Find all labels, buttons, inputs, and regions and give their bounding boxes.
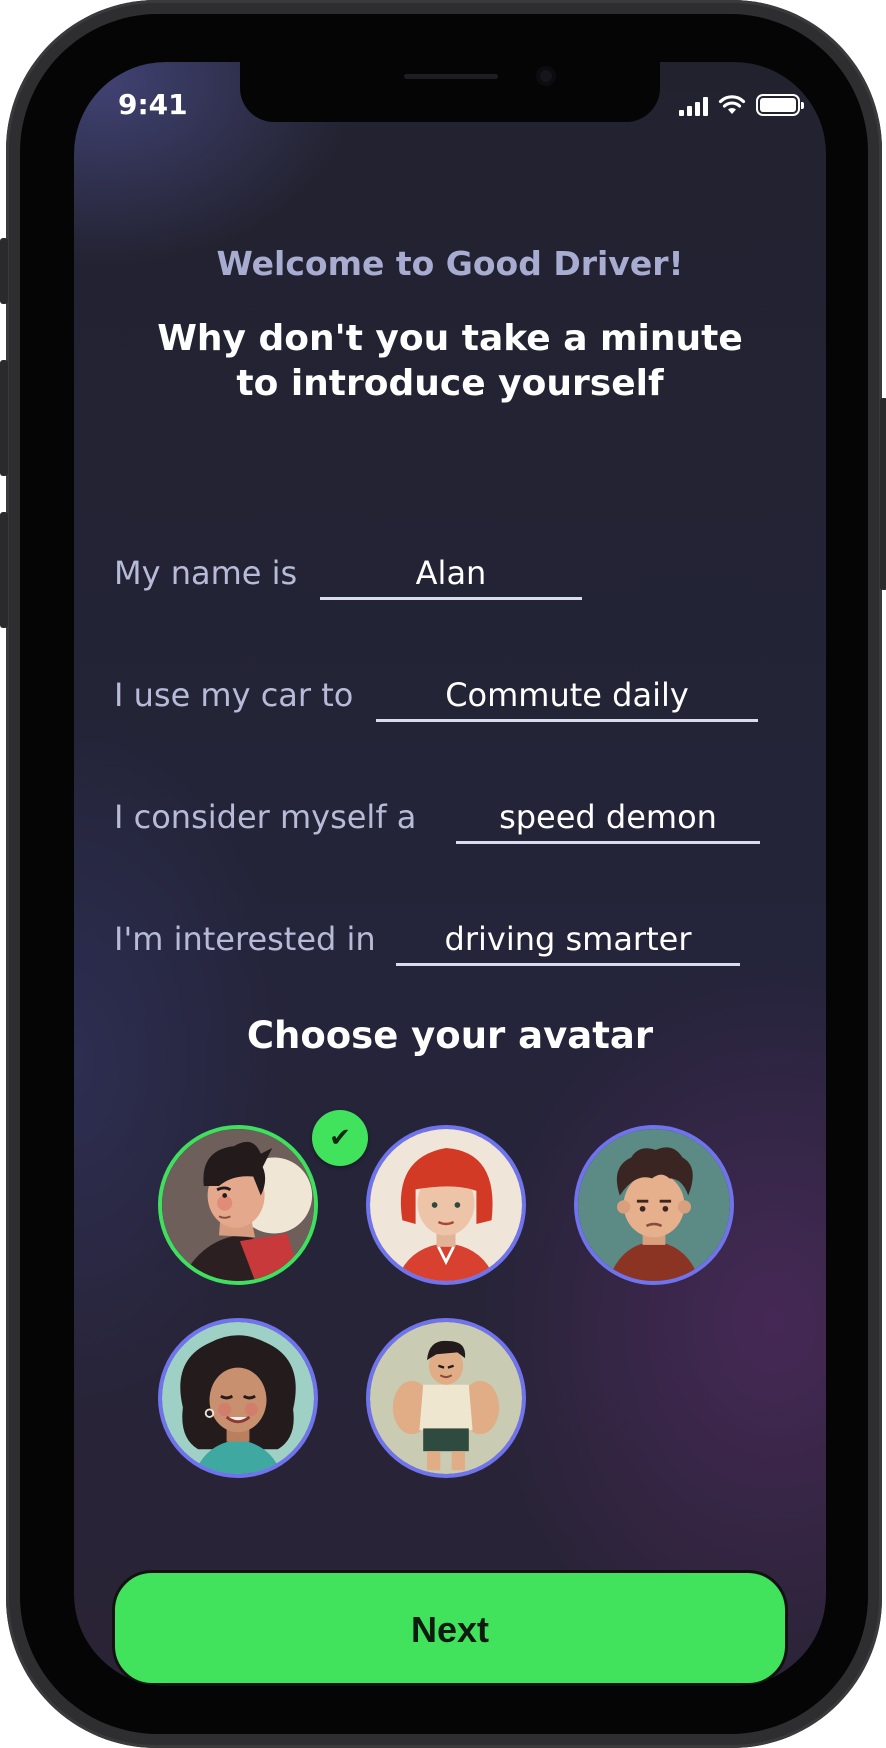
- avatar-1-image: [162, 1129, 314, 1281]
- name-label: My name is: [114, 554, 298, 592]
- name-field[interactable]: [320, 548, 582, 600]
- welcome-text: Welcome to Good Driver!: [216, 244, 684, 283]
- status-icons: [679, 94, 804, 116]
- wifi-icon: [718, 95, 746, 114]
- selected-check-icon: ✔: [312, 1110, 368, 1166]
- interest-label: I'm interested in: [114, 920, 376, 958]
- page-title: Why don't you take a minute to introduce…: [157, 318, 743, 404]
- avatar-3-image: [578, 1129, 730, 1281]
- car-use-label: I use my car to: [114, 676, 354, 714]
- battery-icon: [756, 94, 804, 116]
- volume-up-button: [0, 360, 8, 476]
- mute-switch: [0, 238, 8, 304]
- avatar-option-3[interactable]: [574, 1125, 734, 1285]
- avatar-option-1[interactable]: [158, 1125, 318, 1285]
- interest-field[interactable]: [396, 914, 740, 966]
- avatar-option-5[interactable]: [366, 1318, 526, 1478]
- avatar-5-image: [370, 1322, 522, 1474]
- phone-frame: 9:41 Welcome to Good Driver! Why don't y…: [0, 0, 886, 1748]
- status-time: 9:41: [118, 88, 188, 121]
- app-screen: 9:41 Welcome to Good Driver! Why don't y…: [74, 62, 826, 1686]
- car-use-field[interactable]: [376, 670, 758, 722]
- front-camera: [536, 66, 556, 86]
- power-button: [880, 398, 886, 590]
- notch: [240, 62, 660, 122]
- driver-type-field[interactable]: [456, 792, 760, 844]
- signal-icon: [679, 96, 708, 116]
- next-button[interactable]: Next: [112, 1570, 788, 1686]
- driver-type-label: I consider myself a: [114, 798, 417, 836]
- avatar-4-image: [162, 1322, 314, 1474]
- avatar-option-4[interactable]: [158, 1318, 318, 1478]
- speaker-grille: [404, 74, 498, 79]
- avatar-option-2[interactable]: [366, 1125, 526, 1285]
- avatar-2-image: [370, 1129, 522, 1281]
- volume-down-button: [0, 512, 8, 628]
- avatar-section-title: Choose your avatar: [246, 1014, 654, 1057]
